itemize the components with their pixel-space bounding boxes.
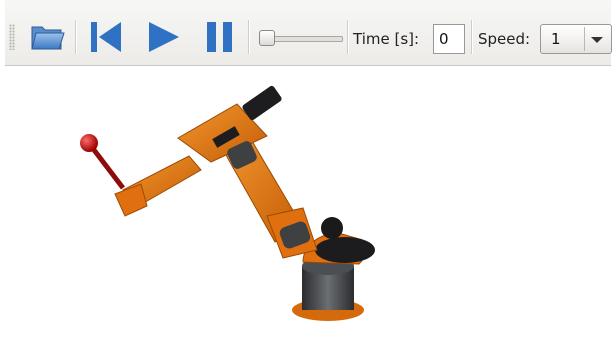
time-label: Time [s]:	[353, 30, 420, 48]
toolbar-grip[interactable]	[9, 24, 15, 50]
time-slider[interactable]	[259, 28, 343, 48]
play-button[interactable]	[143, 18, 183, 56]
robot-end-effector-rod	[89, 144, 125, 190]
speed-select-divider	[584, 27, 585, 51]
toolbar: Time [s]: 0 Speed: 1	[5, 0, 612, 66]
speed-label: Speed:	[478, 30, 531, 48]
rewind-button[interactable]	[87, 18, 127, 56]
speed-select-value: 1	[551, 30, 561, 48]
speed-select[interactable]: 1	[540, 24, 612, 54]
pause-icon	[207, 22, 232, 52]
pause-button[interactable]	[201, 18, 241, 56]
skip-to-start-icon	[91, 22, 121, 52]
toolbar-separator	[248, 20, 250, 54]
3d-viewport[interactable]	[5, 66, 611, 357]
robot-arm-model	[80, 85, 375, 321]
chevron-down-icon[interactable]	[590, 36, 604, 44]
robot-counterweight	[321, 217, 343, 239]
time-slider-handle[interactable]	[259, 30, 275, 46]
toolbar-separator	[471, 20, 473, 54]
toolbar-separator	[75, 20, 77, 54]
robot-turntable-top	[315, 237, 375, 263]
robot-end-effector-ball	[80, 134, 98, 152]
folder-open-icon	[31, 26, 65, 50]
play-icon	[149, 22, 179, 52]
animation-player-window: Time [s]: 0 Speed: 1	[5, 0, 612, 357]
time-slider-track[interactable]	[263, 36, 343, 42]
toolbar-separator	[347, 20, 349, 54]
open-button[interactable]	[27, 18, 67, 56]
time-input[interactable]: 0	[433, 24, 465, 54]
robot-wrist	[114, 183, 148, 217]
